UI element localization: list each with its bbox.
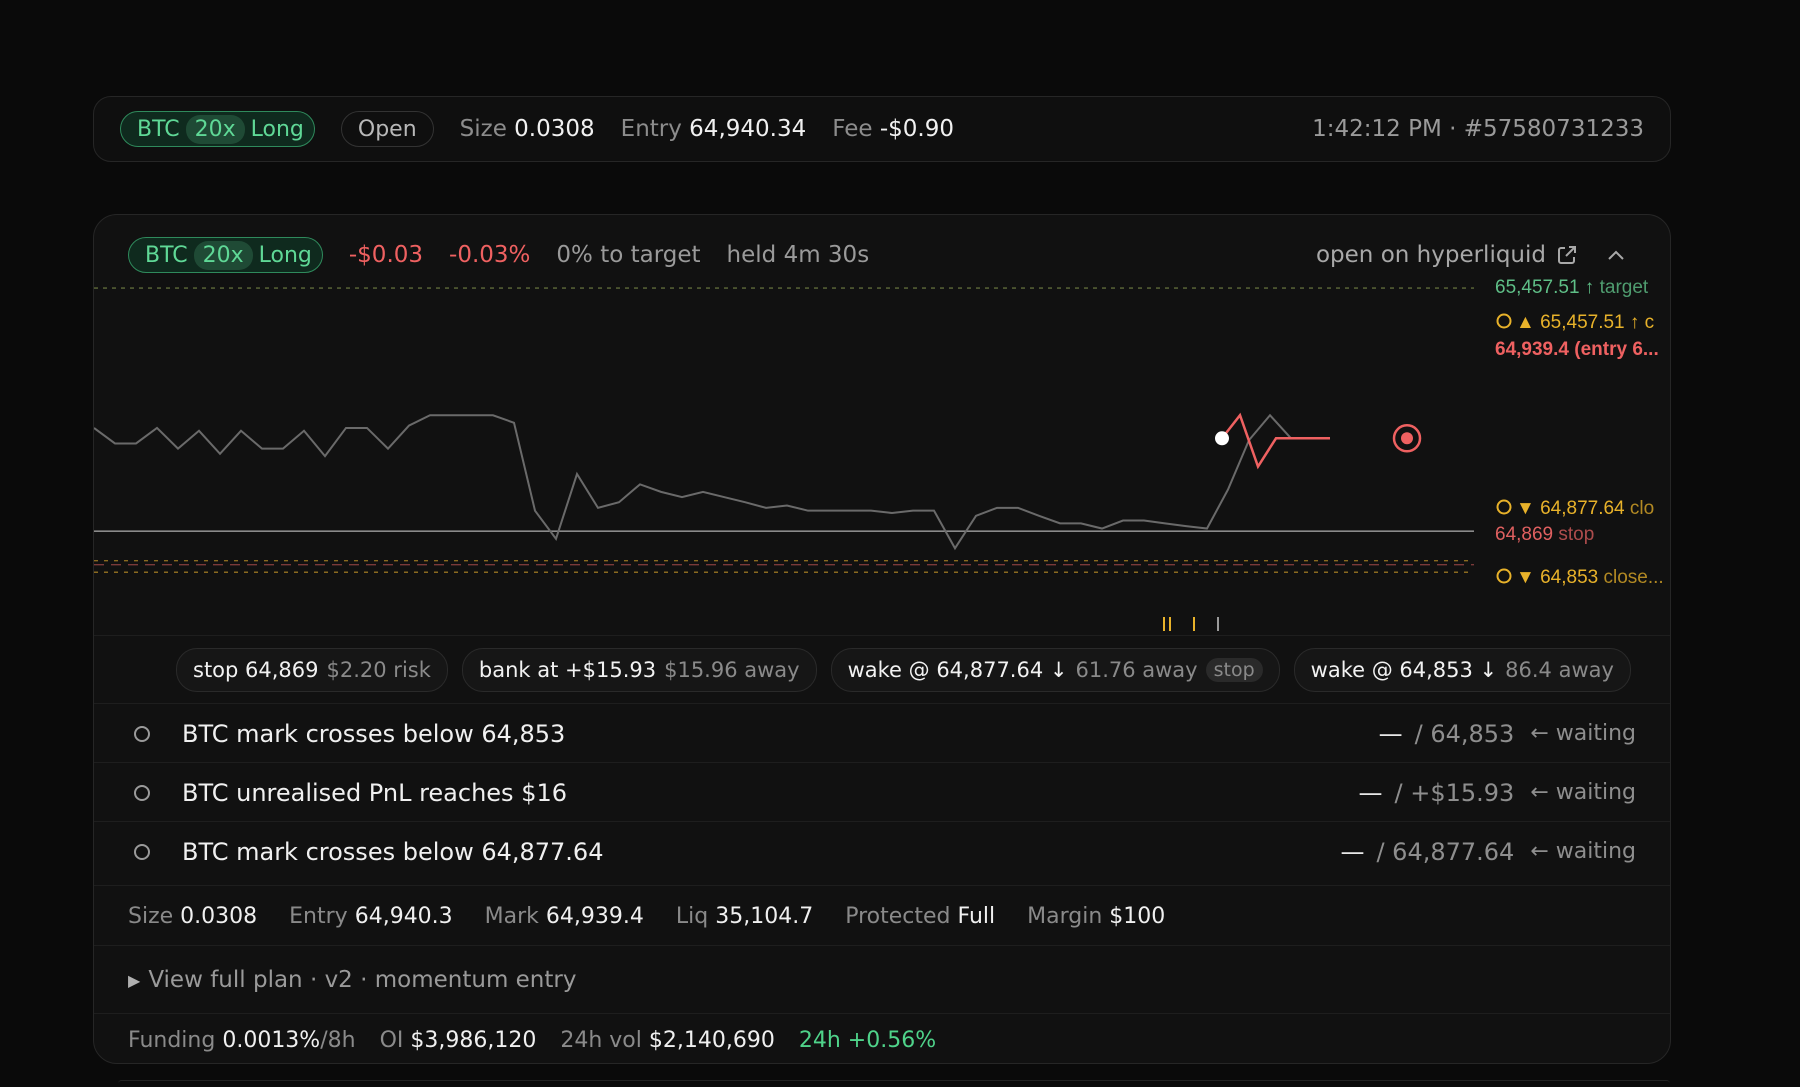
entry-label: Entry (620, 116, 682, 142)
fee-label: Fee (832, 116, 873, 142)
stat-margin: Margin $100 (1027, 903, 1166, 929)
trade-summary-bar[interactable]: BTC 20x Long Open Size 0.0308 Entry 64,9… (93, 96, 1671, 162)
entry-marker (1215, 431, 1229, 446)
held-duration: held 4m 30s (726, 242, 870, 268)
view-full-plan-toggle[interactable]: ▶ View full plan · v2 · momentum entry (94, 945, 1670, 1014)
chip-main: wake @ 64,853 ↓ (1310, 657, 1498, 682)
chip-sub: 61.76 away (1075, 657, 1198, 682)
svg-text:▲ 65,457.51 ↑ c: ▲ 65,457.51 ↑ c (1516, 312, 1654, 333)
condition-status: ← waiting (1530, 721, 1636, 746)
stat-protected: Protected Full (845, 903, 996, 929)
price-line-pre-entry (94, 413, 1292, 551)
stop-label: 64,869 stop (1495, 524, 1594, 545)
alert-circle-icon (1496, 313, 1512, 329)
chip-sub: $15.96 away (664, 657, 800, 682)
size-label: Size (459, 116, 507, 142)
condition-value: — / +$15.93 (1359, 779, 1515, 807)
fee-field: Fee -$0.90 (832, 116, 954, 142)
chip-tag: stop (1205, 657, 1263, 682)
leverage-badge: 20x (193, 240, 253, 270)
open-link-label: open on hyperliquid (1315, 242, 1546, 268)
bank-chip[interactable]: bank at +$15.93 $15.96 away (461, 647, 817, 692)
plan-label: View full plan · v2 · momentum entry (148, 967, 577, 993)
position-stats: Size 0.0308 Entry 64,940.3 Mark 64,939.4… (94, 885, 1670, 946)
chip-sub: $2.20 risk (326, 657, 431, 682)
condition-row[interactable]: BTC mark crosses below 64,853 —/ 64,853 … (94, 703, 1670, 763)
target-progress: 0% to target (556, 242, 701, 268)
condition-value: — / 64,853 (1379, 720, 1515, 748)
status-badge: Open (340, 111, 434, 147)
condition-text: BTC mark crosses below 64,853 (182, 719, 566, 748)
condition-row[interactable]: BTC unrealised PnL reaches $16 — / +$15.9… (94, 762, 1670, 822)
timestamp-id: 1:42:12 PM · #57580731233 (1312, 116, 1644, 142)
condition-status: ← waiting (1530, 780, 1636, 805)
chip-main: stop 64,869 (193, 657, 319, 682)
fill-ticks (1163, 617, 1219, 631)
stop-chip[interactable]: stop 64,869 $2.20 risk (176, 647, 448, 692)
entry-price-label: 64,939.4 (entry 6... (1495, 339, 1659, 360)
condition-text: BTC mark crosses below 64,877.64 (182, 837, 604, 866)
pnl-percent: -0.03% (449, 242, 531, 268)
condition-status: ← waiting (1530, 839, 1636, 864)
pnl-value: -$0.03 (348, 242, 424, 268)
chip-sub: 86.4 away (1505, 657, 1614, 682)
asset-label: BTC (137, 116, 180, 142)
chip-main: bank at +$15.93 (478, 657, 657, 682)
svg-text:▼ 64,853 close...: ▼ 64,853 close... (1516, 567, 1664, 588)
current-mark-dot (1401, 432, 1413, 445)
entry-field: Entry 64,940.34 (621, 116, 807, 142)
stat-liq: Liq 35,104.7 (675, 903, 814, 929)
side-label: Long (250, 116, 304, 142)
size-value: 0.0308 (514, 116, 595, 142)
external-link-icon (1558, 246, 1576, 264)
alert-circle-icon (1496, 499, 1512, 515)
wake-chip[interactable]: wake @ 64,877.64 ↓ 61.76 away stop (830, 647, 1280, 692)
alert-down-label-1: ▼ 64,877.64 clo (1496, 498, 1654, 519)
market-stats: Funding 0.0013%/8h OI $3,986,120 24h vol… (94, 1013, 1670, 1063)
price-chart: 65,457.51 ↑ target ▲ 65,457.51 ↑ c 64,93… (94, 279, 1664, 631)
position-pill: BTC 20x Long (128, 237, 323, 273)
stat-entry: Entry 64,940.3 (289, 903, 453, 929)
fee-value: -$0.90 (879, 116, 954, 142)
stat-mark: Mark 64,939.4 (484, 903, 644, 929)
status-circle-icon (134, 784, 150, 801)
open-interest-stat: OI $3,986,120 (379, 1027, 537, 1053)
condition-current: — (1358, 778, 1383, 807)
target-label: 65,457.51 ↑ target (1495, 279, 1649, 298)
funding-stat: Funding 0.0013%/8h (128, 1027, 356, 1053)
alert-down-label-2: ▼ 64,853 close... (1496, 567, 1664, 588)
condition-row[interactable]: BTC mark crosses below 64,877.64 — / 64,8… (94, 821, 1670, 881)
leverage-badge: 20x (185, 114, 245, 144)
asset-label: BTC (145, 242, 188, 268)
alert-up-label: ▲ 65,457.51 ↑ c (1496, 312, 1654, 333)
condition-text: BTC unrealised PnL reaches $16 (182, 778, 567, 807)
condition-target: / +$15.93 (1394, 778, 1515, 807)
entry-value: 64,940.34 (689, 116, 807, 142)
side-label: Long (258, 242, 312, 268)
position-card: BTC 20x Long -$0.03 -0.03% 0% to target … (93, 214, 1671, 1064)
position-header: BTC 20x Long -$0.03 -0.03% 0% to target … (128, 233, 1636, 277)
open-on-hyperliquid-link[interactable]: open on hyperliquid (1316, 242, 1578, 268)
wake-chip[interactable]: wake @ 64,853 ↓ 86.4 away (1293, 647, 1631, 692)
stat-size: Size 0.0308 (128, 903, 258, 929)
condition-current: — (1378, 719, 1403, 748)
condition-target: / 64,853 (1414, 719, 1515, 748)
condition-value: — / 64,877.64 (1340, 838, 1514, 866)
condition-target: / 64,877.64 (1376, 837, 1515, 866)
trigger-chips: stop 64,869 $2.20 risk bank at +$15.93 $… (94, 635, 1670, 703)
condition-current: — (1340, 837, 1365, 866)
change-24h: 24h +0.56% (798, 1027, 937, 1053)
status-circle-icon (134, 843, 150, 860)
svg-text:▼ 64,877.64 clo: ▼ 64,877.64 clo (1516, 498, 1654, 519)
volume-stat: 24h vol $2,140,690 (560, 1027, 775, 1053)
chevron-up-icon[interactable] (1596, 240, 1636, 270)
chip-main: wake @ 64,877.64 ↓ (847, 657, 1068, 682)
position-pill: BTC 20x Long (120, 111, 315, 147)
size-field: Size 0.0308 (460, 116, 595, 142)
alert-circle-icon (1496, 568, 1512, 584)
triangle-right-icon: ▶ (128, 970, 141, 990)
status-circle-icon (134, 725, 150, 742)
